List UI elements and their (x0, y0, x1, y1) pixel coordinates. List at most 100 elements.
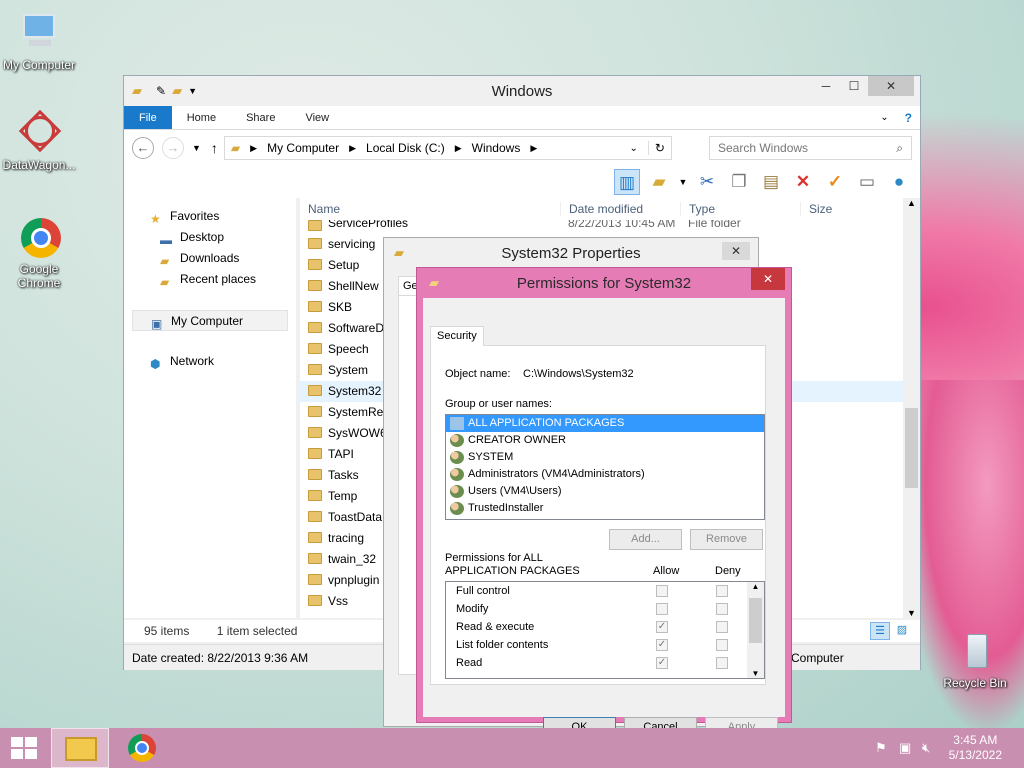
search-input[interactable]: Search Windows ⌕ (709, 136, 912, 160)
nav-network[interactable]: ⬢ Network (124, 351, 296, 372)
folder-icon (308, 427, 322, 438)
tab-view[interactable]: View (290, 106, 344, 129)
close-button[interactable]: ✕ (722, 242, 750, 260)
list-item[interactable]: SYSTEM (446, 449, 764, 466)
system-clock[interactable]: 3:45 AM 5/13/2022 (949, 733, 1002, 763)
address-bar[interactable]: ▰ ▶ My Computer ▶ Local Disk (C:) ▶ Wind… (223, 136, 672, 160)
nav-desktop[interactable]: ▬ Desktop (124, 227, 296, 248)
selected-count: 1 item selected (216, 624, 298, 638)
column-date-modified[interactable]: Date modified (560, 202, 680, 216)
start-button[interactable] (0, 728, 48, 768)
deny-checkbox[interactable] (716, 639, 728, 651)
tab-file[interactable]: File (124, 106, 172, 129)
explorer-titlebar[interactable]: ▰ ✎ ▰ ▼ Windows ─ ☐ ✕ (124, 76, 920, 106)
folder-icon (308, 406, 322, 417)
close-button[interactable]: ✕ (868, 76, 914, 96)
list-item[interactable]: Administrators (VM4\Administrators) (446, 466, 764, 483)
allow-checkbox[interactable] (656, 603, 668, 615)
minimize-button[interactable]: ─ (812, 76, 840, 96)
datawagon-icon (17, 109, 62, 156)
globe-icon[interactable]: ● (886, 169, 912, 195)
close-button[interactable]: ✕ (751, 268, 785, 290)
list-item[interactable]: CREATOR OWNER (446, 432, 764, 449)
folder-icon (308, 343, 322, 354)
folder-icon (308, 238, 322, 249)
maximize-button[interactable]: ☐ (840, 76, 868, 96)
list-item[interactable]: ALL APPLICATION PACKAGES (446, 415, 764, 432)
chevron-down-icon[interactable]: ▼ (678, 169, 688, 195)
paste-icon[interactable]: ▤ (758, 169, 784, 195)
desktop-icon-chrome[interactable]: Google Chrome (0, 216, 78, 290)
table-row[interactable]: ServiceProfiles 8/22/2013 10:45 AM File … (300, 220, 906, 234)
vertical-scrollbar[interactable]: ▲ ▼ (903, 198, 920, 618)
properties-titlebar[interactable]: ▰ System32 Properties ✕ (384, 238, 758, 268)
allow-checkbox[interactable]: ✓ (656, 639, 668, 651)
copy-icon[interactable]: ❐ (726, 169, 752, 195)
thumbnails-view-icon[interactable]: ▨ (892, 622, 912, 640)
permission-name: Full control (456, 585, 510, 597)
desktop-icon-recycle-bin[interactable]: Recycle Bin (936, 630, 1014, 690)
permissions-list[interactable]: Full control Modify Read & execute ✓ List fo… (445, 581, 765, 679)
user-list[interactable]: ALL APPLICATION PACKAGES CREATOR OWNER SYS… (445, 414, 765, 520)
taskbar-explorer[interactable] (51, 728, 109, 768)
permission-row: Modify (446, 600, 764, 618)
refresh-icon[interactable]: ↻ (647, 141, 671, 155)
checkmark-icon[interactable]: ✓ (822, 169, 848, 195)
deny-checkbox[interactable] (716, 621, 728, 633)
forward-button[interactable]: → (162, 137, 184, 159)
scroll-down-icon[interactable]: ▼ (747, 669, 764, 678)
breadcrumb-local-disk[interactable]: Local Disk (C:) (366, 141, 445, 155)
volume-muted-icon[interactable]: 🔇︎ (922, 740, 930, 756)
rename-icon[interactable]: ▭ (854, 169, 880, 195)
nav-my-computer[interactable]: ▣ My Computer (132, 310, 288, 331)
allow-checkbox[interactable]: ✓ (656, 621, 668, 633)
scroll-thumb[interactable] (905, 408, 918, 488)
permissions-for-line-1: Permissions for ALL (445, 552, 543, 564)
expand-ribbon-icon[interactable]: ⌄ (872, 106, 896, 129)
folder-options-icon[interactable]: ▰ (646, 169, 672, 195)
network-tray-icon[interactable]: ▣ (899, 740, 911, 756)
column-size[interactable]: Size (800, 202, 890, 216)
preview-pane-icon[interactable]: ▥ (614, 169, 640, 195)
permissions-scrollbar[interactable]: ▲ ▼ (747, 582, 764, 678)
nav-downloads[interactable]: ▰ Downloads (124, 248, 296, 269)
details-view-icon[interactable]: ☰ (870, 622, 890, 640)
delete-icon[interactable]: ✕ (790, 169, 816, 195)
allow-checkbox[interactable]: ✓ (656, 657, 668, 669)
deny-checkbox[interactable] (716, 585, 728, 597)
add-button[interactable]: Add... (609, 529, 682, 550)
column-type[interactable]: Type (680, 202, 800, 216)
taskbar-chrome[interactable] (114, 728, 172, 768)
item-count: 95 items (144, 624, 190, 638)
action-center-icon[interactable]: ⚑ (875, 740, 887, 756)
address-dropdown-icon[interactable]: ⌄ (629, 143, 637, 154)
scroll-up-icon[interactable]: ▲ (903, 198, 920, 208)
up-button[interactable]: ↑ (211, 140, 218, 156)
file-name: Tasks (328, 468, 359, 482)
tab-share[interactable]: Share (231, 106, 290, 129)
breadcrumb-my-computer[interactable]: My Computer (267, 141, 339, 155)
remove-button[interactable]: Remove (690, 529, 763, 550)
tab-security[interactable]: Security (430, 326, 484, 346)
desktop-icon-datawagon[interactable]: DataWagon... (0, 109, 78, 172)
recent-locations-icon[interactable]: ▼ (192, 143, 201, 153)
cut-icon[interactable]: ✂ (694, 169, 720, 195)
scroll-thumb[interactable] (749, 598, 762, 643)
deny-checkbox[interactable] (716, 657, 728, 669)
list-item[interactable]: TrustedInstaller (446, 500, 764, 517)
column-name[interactable]: Name (300, 202, 560, 216)
breadcrumb-windows[interactable]: Windows (472, 141, 521, 155)
scroll-down-icon[interactable]: ▼ (903, 608, 920, 618)
allow-checkbox[interactable] (656, 585, 668, 597)
tab-home[interactable]: Home (172, 106, 231, 129)
nav-favorites[interactable]: ★ Favorites (124, 206, 296, 227)
list-item[interactable]: Users (VM4\Users) (446, 483, 764, 500)
help-icon[interactable]: ? (897, 106, 920, 129)
properties-title: System32 Properties (501, 244, 641, 262)
nav-recent-places[interactable]: ▰ Recent places (124, 269, 296, 290)
permissions-titlebar[interactable]: ▰ Permissions for System32 ✕ (423, 268, 785, 298)
desktop-icon-my-computer[interactable]: My Computer (0, 12, 78, 72)
scroll-up-icon[interactable]: ▲ (747, 582, 764, 591)
deny-checkbox[interactable] (716, 603, 728, 615)
back-button[interactable]: ← (132, 137, 154, 159)
